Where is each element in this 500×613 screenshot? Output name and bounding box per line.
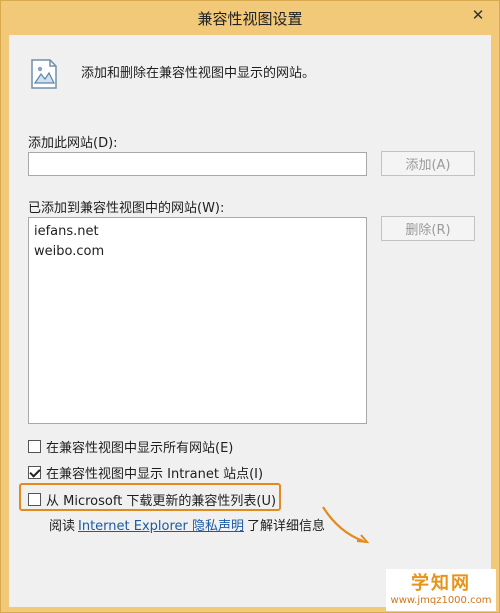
list-item[interactable]: iefans.net (34, 222, 361, 242)
download-list-option[interactable]: 从 Microsoft 下载更新的兼容性列表(U) (28, 490, 276, 509)
site-image-icon (31, 59, 57, 89)
add-site-input[interactable] (28, 152, 367, 176)
title-bar[interactable]: 兼容性视图设置 ✕ (1, 1, 499, 35)
header-description: 添加和删除在兼容性视图中显示的网站。 (81, 66, 316, 81)
show-intranet-label: 在兼容性视图中显示 Intranet 站点(I) (46, 467, 264, 482)
compat-view-dialog: 兼容性视图设置 ✕ 添加和删除在兼容性视图中显示的网站。 添加此网站(D): 添… (0, 0, 500, 613)
show-intranet-option[interactable]: 在兼容性视图中显示 Intranet 站点(I) (28, 463, 263, 482)
window-title: 兼容性视图设置 (197, 10, 303, 28)
download-list-label: 从 Microsoft 下载更新的兼容性列表(U) (46, 494, 277, 509)
watermark-url: www.jmqz1000.com (390, 595, 492, 606)
privacy-line: 阅读 Internet Explorer 隐私声明 了解详细信息 (49, 515, 325, 534)
privacy-link[interactable]: Internet Explorer 隐私声明 (78, 515, 244, 534)
watermark-name: 学知网 (411, 573, 471, 594)
site-list[interactable]: iefans.net weibo.com (28, 217, 367, 424)
download-list-checkbox[interactable] (28, 493, 41, 506)
add-button[interactable]: 添加(A) (381, 151, 475, 176)
show-all-label: 在兼容性视图中显示所有网站(E) (46, 441, 234, 456)
dialog-body: 添加和删除在兼容性视图中显示的网站。 添加此网站(D): 添加(A) 已添加到兼… (9, 35, 491, 607)
list-item[interactable]: weibo.com (34, 242, 361, 262)
remove-button[interactable]: 删除(R) (381, 216, 475, 241)
show-all-option[interactable]: 在兼容性视图中显示所有网站(E) (28, 437, 233, 456)
annotation-arrow-icon (322, 506, 370, 544)
privacy-prefix: 阅读 (49, 519, 76, 534)
close-icon[interactable]: ✕ (465, 4, 491, 26)
add-site-label: 添加此网站(D): (28, 136, 118, 151)
watermark-logo: 学知网 www.jmqz1000.com (386, 569, 496, 611)
header: 添加和删除在兼容性视图中显示的网站。 (29, 58, 315, 90)
site-list-label: 已添加到兼容性视图中的网站(W): (28, 201, 225, 216)
show-all-checkbox[interactable] (28, 440, 41, 453)
show-intranet-checkbox[interactable] (28, 466, 41, 479)
privacy-suffix: 了解详细信息 (247, 519, 326, 534)
